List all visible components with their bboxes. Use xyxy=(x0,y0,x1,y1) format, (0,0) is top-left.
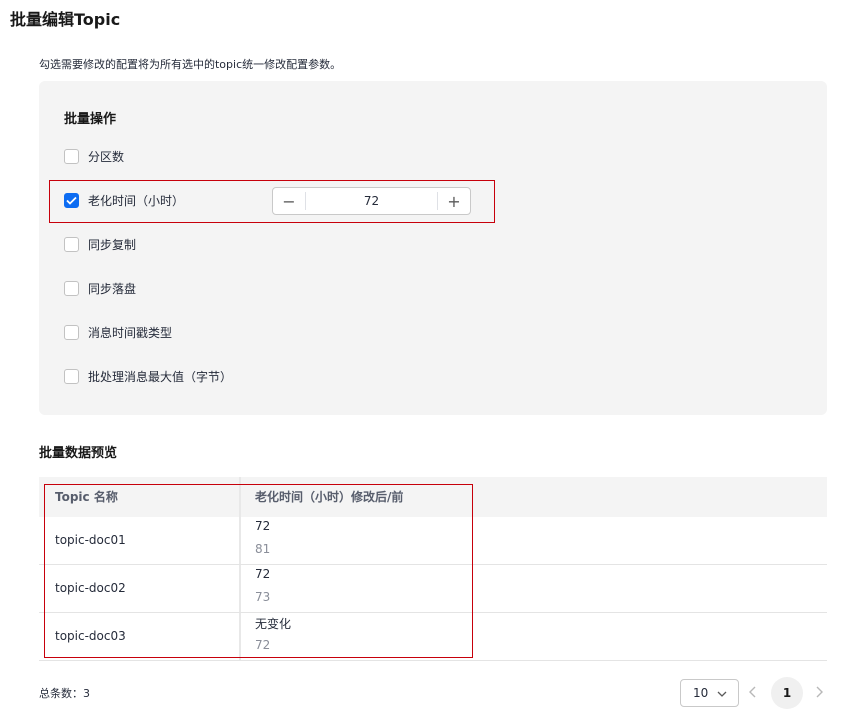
page-description: 勾选需要修改的配置将为所有选中的topic统一修改配置参数。 xyxy=(39,58,342,71)
chevron-down-icon xyxy=(716,688,728,703)
checkbox[interactable] xyxy=(64,324,79,340)
chevron-right-icon[interactable] xyxy=(814,685,824,702)
batch-operation-panel: 批量操作 分区数 老化时间（小时） − 72 + 同步复制 同步落盘 消息时间戳… xyxy=(39,81,827,415)
option-label: 分区数 xyxy=(88,149,125,164)
page-size-value: 10 xyxy=(693,686,709,700)
option-label: 批处理消息最大值（字节） xyxy=(88,369,233,384)
checkbox[interactable] xyxy=(64,368,79,384)
aging-time-highlight xyxy=(49,180,495,223)
option-label: 同步落盘 xyxy=(88,281,137,296)
row-divider xyxy=(39,660,827,661)
checkbox[interactable] xyxy=(64,236,79,252)
checkbox[interactable] xyxy=(64,148,79,164)
option-sync-flush[interactable]: 同步落盘 xyxy=(64,278,136,298)
option-sync-replication[interactable]: 同步复制 xyxy=(64,234,136,254)
option-label: 消息时间戳类型 xyxy=(88,325,173,340)
checkbox[interactable] xyxy=(64,280,79,296)
batch-operation-title: 批量操作 xyxy=(64,112,117,127)
page-1-button[interactable]: 1 xyxy=(771,677,803,709)
total-count: 总条数：3 xyxy=(39,687,90,700)
preview-table-highlight xyxy=(44,484,473,658)
page-title: 批量编辑Topic xyxy=(10,10,121,29)
option-label: 同步复制 xyxy=(88,237,137,252)
option-timestamp-type[interactable]: 消息时间戳类型 xyxy=(64,322,172,342)
chevron-left-icon[interactable] xyxy=(748,685,758,702)
option-partition-count[interactable]: 分区数 xyxy=(64,146,124,166)
page-size-select[interactable]: 10 xyxy=(680,679,739,707)
preview-title: 批量数据预览 xyxy=(39,446,118,461)
option-max-batch-size[interactable]: 批处理消息最大值（字节） xyxy=(64,366,232,386)
